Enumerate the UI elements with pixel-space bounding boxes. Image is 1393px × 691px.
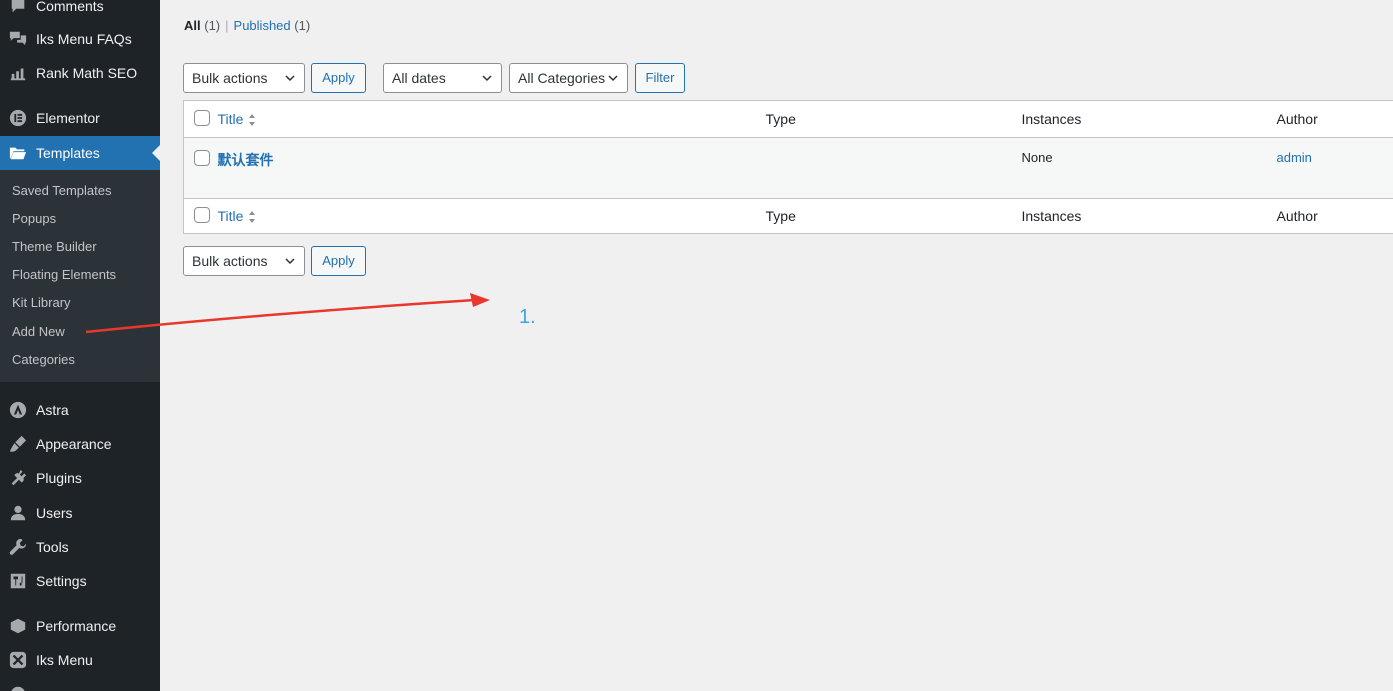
sort-icon bbox=[249, 114, 256, 127]
row-instances-cell: None bbox=[1021, 150, 1053, 165]
column-title-header[interactable]: Title bbox=[217, 100, 766, 138]
menu-label: Tools bbox=[36, 539, 69, 555]
faq-icon bbox=[8, 29, 28, 49]
admin-sidebar: Comments Iks Menu FAQs Rank Math SEO Ele… bbox=[0, 0, 160, 691]
menu-item-comments[interactable]: Comments bbox=[0, 0, 160, 23]
row-type-cell bbox=[766, 138, 1022, 199]
submenu-saved-templates[interactable]: Saved Templates bbox=[12, 181, 112, 201]
menu-item-performance[interactable]: Performance bbox=[0, 609, 160, 643]
row-author-link[interactable]: admin bbox=[1277, 150, 1312, 165]
menu-item-settings[interactable]: Settings bbox=[0, 564, 160, 598]
submenu-theme-builder[interactable]: Theme Builder bbox=[12, 237, 97, 257]
chevron-down-icon bbox=[285, 258, 295, 265]
column-type-header: Type bbox=[765, 100, 1022, 138]
categories-filter-select[interactable]: All Categories bbox=[509, 63, 628, 93]
status-views: All (1) | Published (1) bbox=[184, 18, 310, 33]
table-footer-row: Title Type Instances Author bbox=[183, 198, 1393, 234]
menu-label: Elementor bbox=[36, 110, 100, 126]
row-title-cell: 默认套件 bbox=[218, 138, 766, 199]
menu-item-tools[interactable]: Tools bbox=[0, 530, 160, 564]
menu-item-elementor[interactable]: Elementor bbox=[0, 101, 160, 135]
column-title-label[interactable]: Title bbox=[218, 208, 244, 224]
menu-item-appearance[interactable]: Appearance bbox=[0, 427, 160, 461]
bulk-actions-select-top[interactable]: Bulk actions bbox=[183, 63, 305, 93]
chevron-down-icon bbox=[285, 75, 295, 82]
select-all-checkbox-footer[interactable] bbox=[194, 206, 210, 223]
submenu-kit-library[interactable]: Kit Library bbox=[12, 293, 71, 313]
menu-label: Plugins bbox=[36, 470, 82, 486]
menu-item-templates[interactable]: Templates bbox=[0, 136, 160, 170]
dates-filter-select[interactable]: All dates bbox=[383, 63, 502, 93]
table-header-row: Title Type Instances Author bbox=[183, 100, 1393, 138]
menu-label: Rank Math SEO bbox=[36, 65, 138, 81]
menu-item-users[interactable]: Users bbox=[0, 496, 160, 530]
row-checkbox-cell bbox=[184, 138, 218, 199]
apply-button-top[interactable]: Apply bbox=[311, 63, 366, 93]
sort-icon bbox=[249, 211, 256, 224]
apply-button-bottom[interactable]: Apply bbox=[311, 246, 366, 276]
menu-item-rank-math-seo[interactable]: Rank Math SEO bbox=[0, 56, 160, 90]
elementor-icon bbox=[8, 108, 28, 128]
menu-label: Iks Menu FAQs bbox=[36, 31, 132, 47]
row-author-cell: admin bbox=[1277, 138, 1393, 199]
select-all-cell bbox=[183, 100, 218, 138]
menu-item-partial[interactable] bbox=[0, 677, 160, 691]
view-published[interactable]: Published (1) bbox=[234, 18, 311, 33]
menu-label: Astra bbox=[36, 402, 69, 418]
templates-table: Title Type Instances Author 默认套件 None ad… bbox=[183, 100, 1393, 234]
row-title-link[interactable]: 默认套件 bbox=[218, 152, 274, 168]
menu-label: Settings bbox=[36, 573, 87, 589]
select-all-checkbox[interactable] bbox=[194, 109, 210, 126]
column-title-footer[interactable]: Title bbox=[217, 198, 766, 234]
astra-icon bbox=[8, 400, 28, 420]
column-instances-header: Instances bbox=[1021, 100, 1277, 138]
column-author-header: Author bbox=[1276, 100, 1393, 138]
folder-icon bbox=[8, 143, 28, 163]
iks-menu-icon bbox=[8, 650, 28, 670]
settings-icon bbox=[8, 571, 28, 591]
column-author-footer: Author bbox=[1276, 198, 1393, 234]
user-icon bbox=[8, 503, 28, 523]
menu-label: Performance bbox=[36, 618, 117, 634]
menu-item-astra[interactable]: Astra bbox=[0, 393, 160, 427]
plugin-icon bbox=[8, 468, 28, 488]
menu-item-iks-menu[interactable]: Iks Menu bbox=[0, 643, 160, 677]
bulk-actions-select-bottom[interactable]: Bulk actions bbox=[183, 246, 305, 276]
filter-button[interactable]: Filter bbox=[635, 63, 685, 93]
partial-icon bbox=[8, 684, 28, 691]
comment-icon bbox=[8, 0, 28, 16]
column-type-footer: Type bbox=[765, 198, 1022, 234]
view-separator: | bbox=[225, 18, 229, 33]
menu-label: Appearance bbox=[36, 436, 112, 452]
view-all[interactable]: All (1) bbox=[184, 18, 220, 33]
row-checkbox[interactable] bbox=[194, 150, 210, 166]
submenu-floating-elements[interactable]: Floating Elements bbox=[12, 265, 116, 285]
templates-submenu: Saved Templates Popups Theme Builder Flo… bbox=[0, 170, 160, 382]
menu-label: Templates bbox=[36, 145, 100, 161]
submenu-add-new[interactable]: Add New bbox=[12, 322, 65, 342]
performance-icon bbox=[8, 616, 28, 636]
paintbrush-icon bbox=[8, 434, 28, 454]
submenu-categories[interactable]: Categories bbox=[12, 350, 75, 370]
menu-label: Users bbox=[36, 505, 73, 521]
chart-icon bbox=[8, 63, 28, 83]
column-title-label[interactable]: Title bbox=[218, 111, 244, 127]
menu-item-plugins[interactable]: Plugins bbox=[0, 461, 160, 495]
menu-label: Iks Menu bbox=[36, 652, 93, 668]
wrench-icon bbox=[8, 537, 28, 557]
chevron-down-icon bbox=[482, 75, 492, 82]
table-row: 默认套件 None admin bbox=[183, 137, 1393, 199]
annotation-label: 1. bbox=[519, 306, 536, 328]
select-all-cell-footer bbox=[183, 198, 218, 234]
menu-label: Comments bbox=[36, 0, 104, 14]
menu-item-iks-menu-faqs[interactable]: Iks Menu FAQs bbox=[0, 22, 160, 56]
chevron-down-icon bbox=[608, 75, 618, 82]
submenu-popups[interactable]: Popups bbox=[12, 209, 56, 229]
column-instances-footer: Instances bbox=[1021, 198, 1277, 234]
